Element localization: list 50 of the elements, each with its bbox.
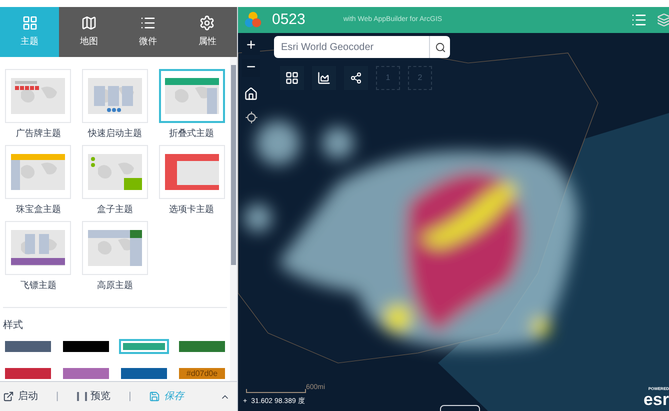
theme-label: 折叠式主题 — [169, 127, 214, 140]
theme-label: 飞镖主题 — [20, 279, 56, 292]
theme-thumbnail-icon — [11, 230, 66, 266]
preview-button[interactable]: 预览 — [76, 389, 111, 404]
list-icon[interactable] — [631, 12, 647, 28]
chart-icon — [317, 71, 331, 85]
grid-icon — [285, 71, 299, 85]
theme-card[interactable] — [158, 69, 225, 123]
separator: | — [128, 390, 132, 404]
widget-grid-button[interactable] — [280, 66, 304, 90]
launch-button[interactable]: 启动 — [3, 389, 38, 404]
network-icon — [350, 72, 362, 84]
search-icon — [434, 42, 446, 52]
save-icon — [149, 391, 160, 402]
sidebar-tab[interactable]: 地图 — [59, 7, 118, 57]
esri-logo: esr — [643, 391, 669, 408]
separator: | — [56, 390, 59, 404]
tab-icon — [22, 15, 38, 32]
section-heading: 样式 — [3, 318, 24, 333]
theme-label: 快速启动主题 — [88, 127, 142, 140]
theme-label: 高原主题 — [96, 279, 133, 292]
color-swatch[interactable] — [119, 339, 169, 354]
home-icon[interactable] — [244, 87, 258, 101]
sidebar-tab[interactable]: 属性 — [178, 7, 237, 57]
tab-icon — [140, 15, 156, 32]
scale-bar — [246, 389, 306, 393]
chart-button[interactable] — [312, 66, 336, 90]
theme-label: 盒子主题 — [96, 203, 133, 216]
tab-icon — [199, 15, 216, 32]
theme-thumbnail-icon — [164, 78, 219, 114]
theme-label: 珠宝盒主题 — [16, 203, 61, 216]
theme-label: 广告牌主题 — [16, 127, 61, 140]
theme-thumbnail-icon — [88, 230, 142, 266]
theme-label: 选项卡主题 — [169, 203, 214, 216]
theme-thumbnail-icon — [88, 78, 142, 114]
search-input[interactable]: Esri World Geocoder — [274, 40, 429, 54]
theme-thumbnail-icon — [11, 78, 66, 114]
search-field[interactable]: Esri World Geocoder — [274, 36, 450, 58]
preview-icon — [76, 392, 87, 401]
network-button[interactable] — [344, 66, 368, 90]
app-title: 0523 — [272, 10, 306, 30]
launch-icon — [3, 391, 14, 402]
theme-thumbnail-icon — [11, 154, 66, 190]
tab-icon — [80, 15, 97, 32]
sidebar-tab[interactable]: 微件 — [118, 7, 178, 57]
locate-icon[interactable] — [244, 111, 258, 124]
scrollbar[interactable] — [230, 57, 237, 381]
theme-thumbnail-icon — [88, 154, 142, 190]
theme-thumbnail-icon — [164, 154, 219, 190]
logo-icon — [244, 11, 262, 29]
